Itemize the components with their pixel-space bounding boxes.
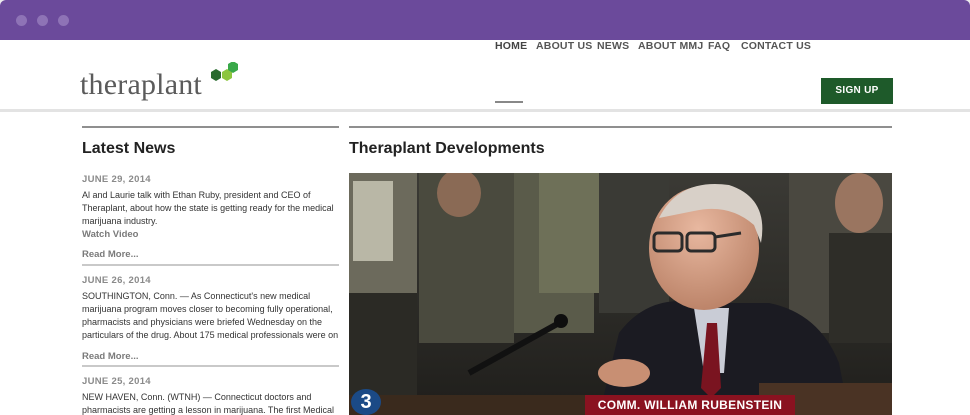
read-more-link[interactable]: Read More...: [82, 249, 339, 260]
nav-about-mmj[interactable]: ABOUT MMJ: [638, 40, 703, 52]
video-caption: COMM. WILLIAM RUBENSTEIN: [585, 395, 795, 415]
news-date: JUNE 29, 2014: [82, 174, 151, 185]
window-minimize-dot[interactable]: [37, 15, 48, 26]
news-date: JUNE 25, 2014: [82, 376, 151, 387]
news-item: JUNE 29, 2014 Al and Laurie talk with Et…: [82, 174, 339, 260]
window-close-dot[interactable]: [16, 15, 27, 26]
nav-news[interactable]: NEWS: [597, 40, 629, 52]
window-maximize-dot[interactable]: [58, 15, 69, 26]
channel-number: 3: [360, 391, 372, 413]
news-divider: [82, 264, 339, 266]
latest-news-section: Latest News JUNE 29, 2014 Al and Laurie …: [82, 126, 339, 415]
news-body: NEW HAVEN, Conn. (WTNH) — Connecticut do…: [82, 392, 334, 415]
read-more-link[interactable]: Read More...: [82, 351, 339, 362]
nav-active-indicator: [495, 101, 523, 103]
window-titlebar: [0, 0, 970, 40]
news-item: JUNE 26, 2014 SOUTHINGTON, Conn. — As Co…: [82, 275, 339, 362]
site-logo[interactable]: theraplant: [80, 52, 250, 102]
video-frame-image: [349, 173, 892, 415]
section-rule: [349, 126, 892, 128]
developments-title: Theraplant Developments: [349, 140, 545, 157]
channel-logo-icon: 3: [351, 389, 381, 415]
nav-contact-us[interactable]: CONTACT US: [741, 40, 811, 52]
watch-video-link[interactable]: Watch Video: [82, 229, 339, 240]
video-player[interactable]: 3 COMM. WILLIAM RUBENSTEIN: [349, 173, 892, 415]
news-divider: [82, 365, 339, 367]
news-item: JUNE 25, 2014 NEW HAVEN, Conn. (WTNH) — …: [82, 376, 339, 415]
nav-faq[interactable]: FAQ: [708, 40, 730, 52]
nav-about-us[interactable]: ABOUT US: [536, 40, 592, 52]
site-header: theraplant HOME ABOUT US NEWS ABOUT MMJ …: [0, 40, 970, 112]
section-rule: [82, 126, 339, 128]
hexagon-logo-icon: [211, 62, 238, 81]
latest-news-title: Latest News: [82, 140, 176, 157]
news-date: JUNE 26, 2014: [82, 275, 151, 286]
news-body: Al and Laurie talk with Ethan Ruby, pres…: [82, 190, 334, 226]
nav-home[interactable]: HOME: [495, 40, 527, 52]
news-body: SOUTHINGTON, Conn. — As Connecticut's ne…: [82, 291, 339, 340]
browser-window: theraplant HOME ABOUT US NEWS ABOUT MMJ …: [0, 0, 970, 415]
logo-wordmark: theraplant: [80, 68, 202, 101]
developments-section: Theraplant Developments 3 COMM. WILLIAM …: [349, 126, 892, 415]
sign-up-button[interactable]: SIGN UP: [821, 78, 893, 104]
